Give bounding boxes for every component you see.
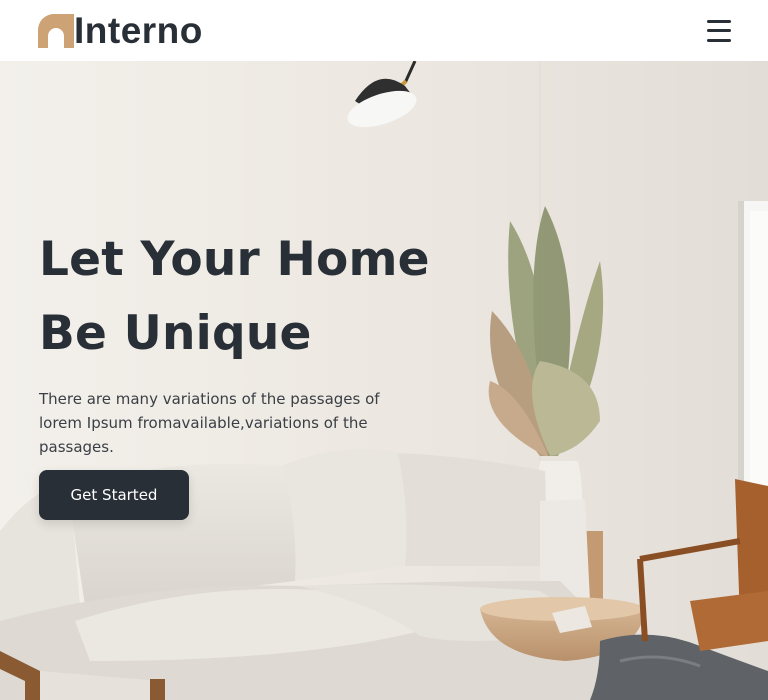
hero-title-line-1: Let Your Home: [39, 232, 430, 287]
hamburger-menu-icon[interactable]: [707, 19, 731, 42]
get-started-button[interactable]: Get Started: [39, 470, 189, 520]
hero-title: Let Your Home Be Unique: [39, 223, 459, 371]
hero-section: Let Your Home Be Unique There are many v…: [0, 61, 768, 700]
hero-description: There are many variations of the passage…: [39, 390, 380, 456]
brand[interactable]: Interno: [38, 11, 203, 51]
top-navbar: Interno: [0, 0, 768, 61]
hero-title-line-2: Be Unique: [39, 306, 312, 361]
hero-content: Let Your Home Be Unique There are many v…: [39, 223, 459, 520]
brand-name: Interno: [74, 10, 203, 51]
brand-logo-icon: [38, 13, 74, 48]
